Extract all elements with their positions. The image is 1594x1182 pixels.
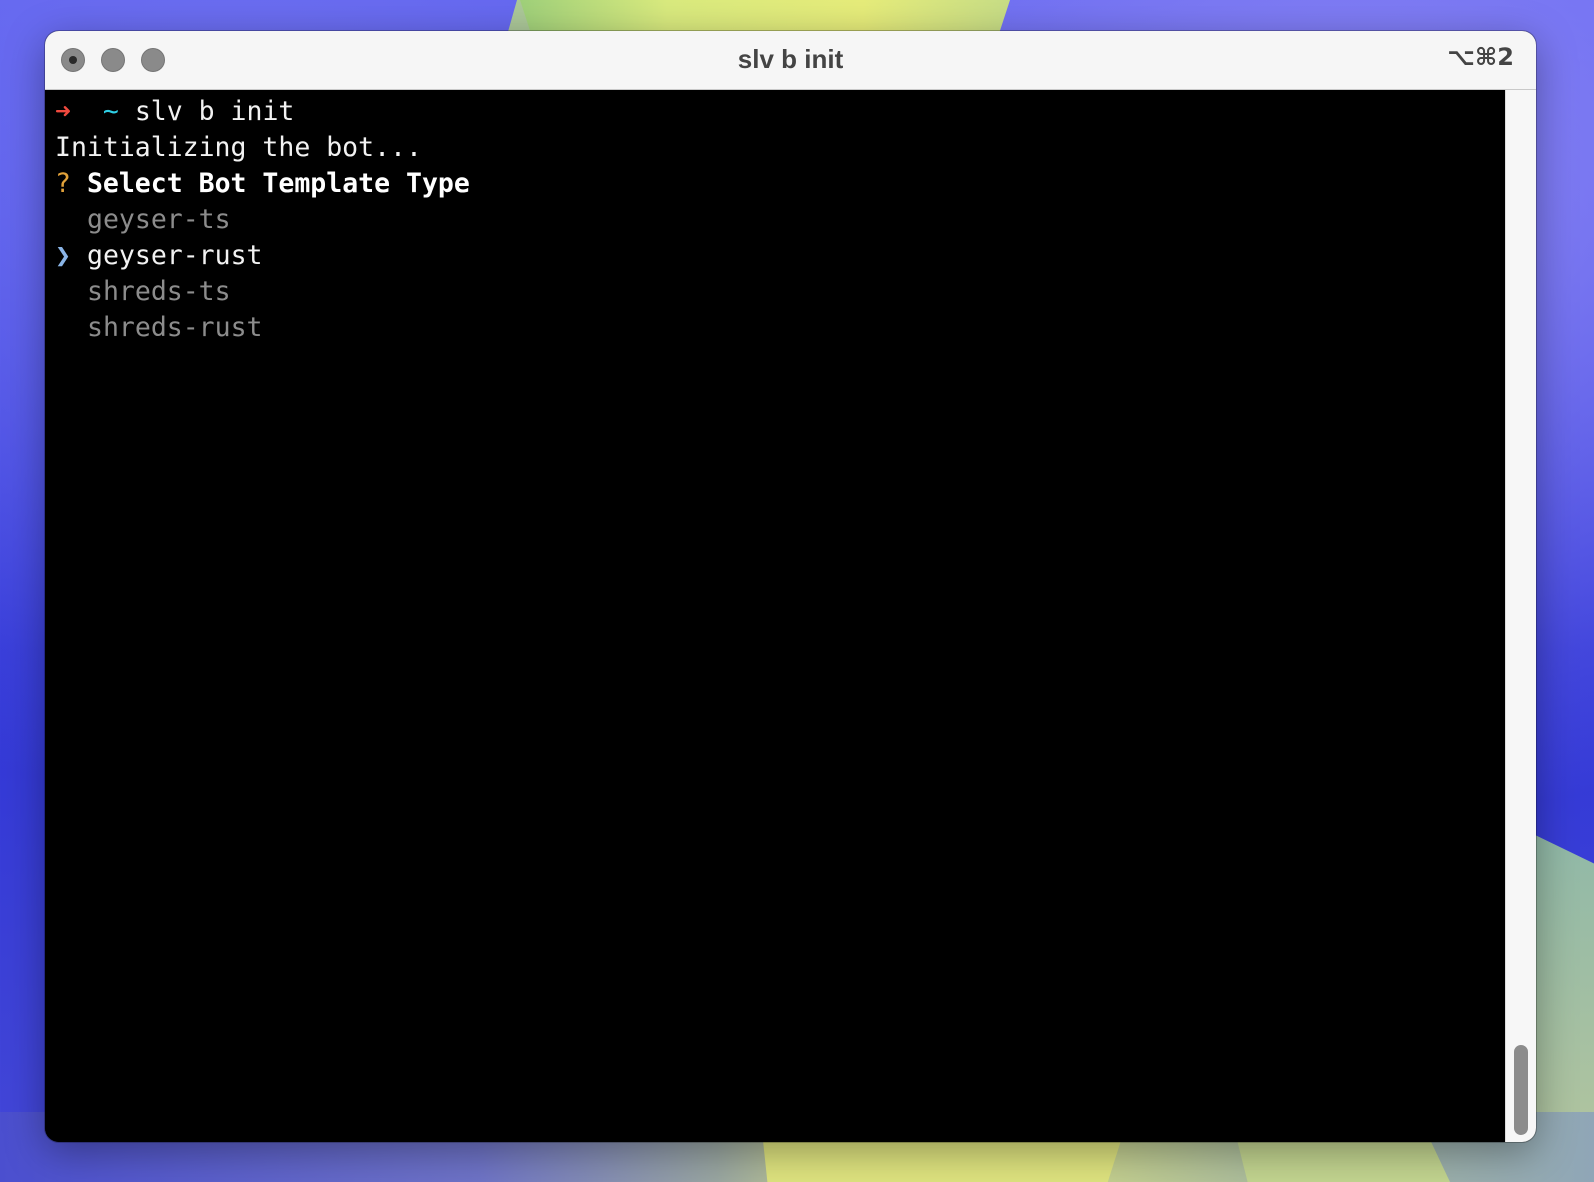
option-label: shreds-ts bbox=[87, 276, 231, 307]
window-title: slv b init bbox=[737, 44, 844, 74]
scrollbar-thumb[interactable] bbox=[1514, 1045, 1528, 1135]
status-text: Initializing the bot... bbox=[55, 132, 422, 163]
option-geyser-ts[interactable]: geyser-ts bbox=[55, 202, 231, 238]
prompt-arrow-icon: ➜ bbox=[55, 96, 71, 127]
option-shreds-rust[interactable]: shreds-rust bbox=[55, 310, 263, 346]
prompt-question: Select Bot Template Type bbox=[86, 168, 470, 199]
option-label: geyser-ts bbox=[87, 204, 231, 235]
command-text: slv b init bbox=[134, 96, 295, 127]
option-label: shreds-rust bbox=[87, 312, 263, 343]
status-line: Initializing the bot... bbox=[55, 130, 422, 166]
question-mark-icon: ? bbox=[55, 168, 71, 199]
terminal-window: slv b init ⌥⌘2 ➜ ~ slv b init Initializi… bbox=[45, 31, 1536, 1142]
option-label: geyser-rust bbox=[87, 240, 263, 271]
terminal-output[interactable]: ➜ ~ slv b init Initializing the bot... ?… bbox=[45, 90, 1506, 1142]
selection-pointer-icon: ❯ bbox=[55, 240, 71, 271]
option-geyser-rust[interactable]: ❯ geyser-rust bbox=[55, 238, 263, 274]
command-line: ➜ ~ slv b init bbox=[55, 94, 294, 130]
option-shreds-ts[interactable]: shreds-ts bbox=[55, 274, 231, 310]
scrollbar-track[interactable] bbox=[1505, 90, 1536, 1142]
window-shortcut: ⌥⌘2 bbox=[1447, 43, 1514, 71]
prompt-question-line: ? Select Bot Template Type bbox=[55, 166, 470, 202]
title-bar[interactable]: slv b init ⌥⌘2 bbox=[45, 31, 1536, 90]
prompt-directory: ~ bbox=[102, 96, 119, 127]
